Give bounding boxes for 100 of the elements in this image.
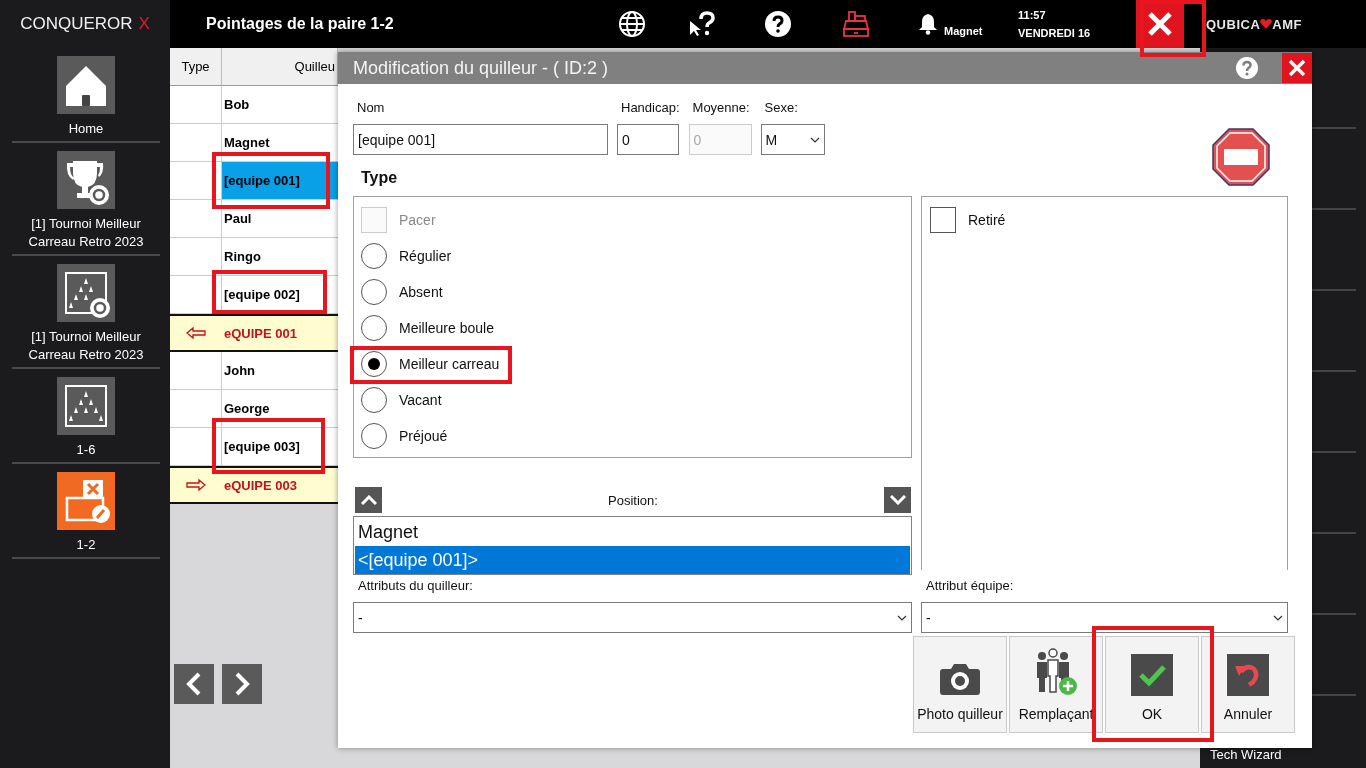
- chevron-down-icon: [889, 495, 906, 505]
- field-label: Nom: [356, 100, 386, 116]
- lane-icon: [57, 264, 115, 322]
- input-field[interactable]: [equipe 001]: [353, 124, 608, 155]
- left-arrow-icon: [186, 327, 206, 339]
- column-header: Type: [170, 48, 222, 86]
- page-title: Pointages de la paire 1-2: [206, 15, 395, 33]
- home-icon: [57, 56, 115, 114]
- table-cell: eQUIPE 001: [222, 314, 338, 352]
- sidebar-item[interactable]: [1] Tournoi Meilleur Carreau Retro 2023: [12, 143, 160, 256]
- column-header: Quilleu: [222, 48, 338, 86]
- close-button[interactable]: [1282, 53, 1312, 83]
- radio-button[interactable]: [361, 243, 387, 269]
- option-label: Préjoué: [399, 428, 448, 444]
- help-icon[interactable]: [765, 11, 791, 37]
- brand-text: AMF: [1272, 16, 1302, 32]
- sidebar-item[interactable]: Home: [12, 48, 160, 143]
- user-name: Magnet: [944, 25, 984, 37]
- table-cell: [equipe 001]: [222, 162, 338, 200]
- chevron-left-icon: [186, 672, 202, 696]
- undo-icon: [1227, 654, 1269, 696]
- camera-icon: [939, 662, 981, 696]
- table-cell: [equipe 003]: [222, 428, 338, 466]
- table-cell: [170, 200, 222, 238]
- next-button[interactable]: [222, 664, 262, 704]
- option-label: Meilleure boule: [399, 320, 494, 336]
- table-cell: eQUIPE 003: [222, 466, 338, 504]
- radio-button[interactable]: [361, 423, 387, 449]
- sidebar-item[interactable]: 1-6: [12, 369, 160, 464]
- logo-mark: X: [138, 14, 150, 34]
- close-icon: [1147, 11, 1173, 37]
- field-label: Sexe:: [763, 100, 799, 116]
- brand-text: QUBICA: [1206, 16, 1261, 32]
- people-add-icon: [1034, 648, 1078, 696]
- clock-time: 11:57: [1018, 9, 1047, 21]
- option-label: Pacer: [399, 212, 436, 228]
- globe-icon[interactable]: [618, 10, 646, 38]
- lane-icon: [57, 377, 115, 435]
- input-field[interactable]: 0: [617, 124, 679, 155]
- table-cell: Paul: [222, 200, 338, 238]
- chevron-down-icon: [1273, 614, 1283, 621]
- chevron-down-icon: [809, 136, 820, 143]
- table-cell: [170, 428, 222, 466]
- table-cell: Magnet: [222, 124, 338, 162]
- pointer-help-icon[interactable]: [689, 11, 715, 37]
- move-up-button[interactable]: [355, 487, 382, 513]
- table-cell: [170, 276, 222, 314]
- sidebar-item[interactable]: [1] Tournoi Meilleur Carreau Retro 2023: [12, 256, 160, 369]
- table-cell: [170, 238, 222, 276]
- dropdown[interactable]: -: [921, 602, 1288, 633]
- panel-label: Tech Wizard: [1210, 747, 1283, 762]
- radio-button[interactable]: [361, 351, 387, 377]
- list-item[interactable]: <[equipe 001]>: [355, 546, 910, 574]
- dialog-title: Modification du quilleur - ( ID:2 ): [353, 57, 610, 79]
- table-cell: George: [222, 390, 338, 428]
- option-label: Régulier: [399, 248, 452, 264]
- field-label: Attributs du quilleur:: [358, 578, 474, 594]
- table-cell: [170, 352, 222, 390]
- section-title: Type: [361, 169, 399, 187]
- field-label: Handicap:: [620, 100, 680, 116]
- field-label: Position:: [608, 492, 658, 508]
- table-cell: [170, 86, 222, 124]
- checkbox[interactable]: [930, 207, 956, 233]
- cash-register-icon[interactable]: [842, 10, 870, 38]
- sidebar-item[interactable]: 1-2: [12, 464, 160, 559]
- radio-button[interactable]: [361, 279, 387, 305]
- table-cell: Bob: [222, 86, 338, 124]
- trophy-icon: [57, 151, 115, 209]
- option-label: Meilleur carreau: [399, 356, 500, 372]
- table-cell: [170, 390, 222, 428]
- check-icon: [1131, 654, 1173, 696]
- previous-button[interactable]: [174, 664, 214, 704]
- bell-icon[interactable]: [918, 13, 938, 35]
- heart-icon: [1260, 19, 1273, 29]
- list-item[interactable]: Magnet: [355, 518, 910, 546]
- radio-button[interactable]: [361, 315, 387, 341]
- chevron-down-icon: [897, 614, 907, 621]
- radio-button[interactable]: [361, 387, 387, 413]
- table-cell: [170, 162, 222, 200]
- field-label: Attribut équipe:: [926, 578, 1015, 594]
- photo-button[interactable]: Photo quilleur: [913, 636, 1007, 733]
- table-cell: John: [222, 352, 338, 390]
- dropdown[interactable]: M: [760, 124, 825, 155]
- highlight-frame: [1140, 0, 1206, 57]
- option-label: Retiré: [968, 212, 1006, 228]
- option-label: Absent: [399, 284, 443, 300]
- stop-sign-icon: [1212, 128, 1270, 186]
- close-icon: [1288, 59, 1306, 77]
- chevron-right-icon: [234, 672, 250, 696]
- dropdown[interactable]: -: [353, 602, 912, 633]
- score-sheet-icon: [57, 472, 115, 530]
- move-down-button[interactable]: [884, 487, 911, 513]
- cancel-button[interactable]: Annuler: [1201, 636, 1295, 733]
- ok-button[interactable]: OK: [1105, 636, 1199, 733]
- right-arrow-icon: [186, 479, 206, 491]
- table-cell: [170, 124, 222, 162]
- substitute-button[interactable]: Remplaçant: [1009, 636, 1103, 733]
- clock-date: VENDREDI 16: [1018, 27, 1092, 39]
- option-label: Vacant: [399, 392, 442, 408]
- chevron-up-icon: [360, 495, 377, 505]
